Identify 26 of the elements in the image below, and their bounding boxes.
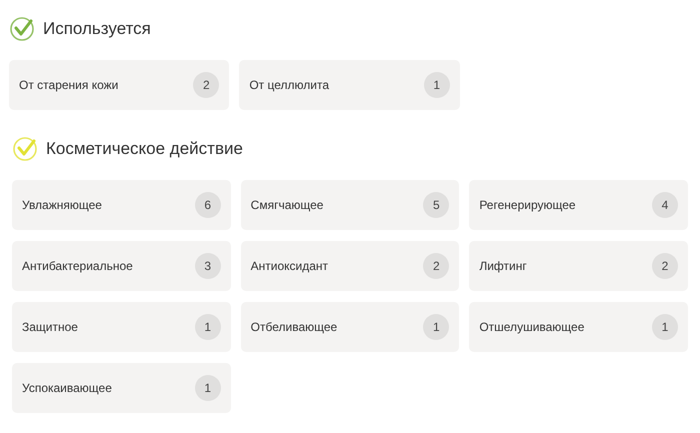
count-badge: 2 bbox=[193, 72, 220, 98]
count-badge: 3 bbox=[194, 253, 221, 279]
count-badge: 2 bbox=[423, 253, 450, 279]
filter-card[interactable]: Отбеливающее 1 bbox=[240, 302, 460, 352]
filter-card[interactable]: Успокаивающее 1 bbox=[12, 363, 231, 413]
section-title: Косметическое действие bbox=[46, 138, 243, 160]
count-badge: 2 bbox=[652, 253, 678, 279]
count-badge: 6 bbox=[194, 192, 221, 218]
count-badge: 4 bbox=[652, 192, 678, 218]
count-badge: 5 bbox=[423, 192, 450, 218]
filter-card[interactable]: Защитное 1 bbox=[12, 302, 231, 352]
count-badge: 1 bbox=[194, 375, 221, 401]
count-badge: 1 bbox=[423, 314, 450, 340]
filter-card[interactable]: Смягчающее 5 bbox=[240, 180, 460, 230]
filter-card[interactable]: От старения кожи 2 bbox=[9, 60, 230, 110]
filter-card[interactable]: Регенерирующее 4 bbox=[469, 180, 688, 230]
count-badge: 1 bbox=[194, 314, 221, 340]
filter-card[interactable]: Антибактериальное 3 bbox=[12, 241, 231, 291]
filter-card[interactable]: Лифтинг 2 bbox=[469, 241, 688, 291]
filter-card[interactable]: Увлажняющее 6 bbox=[12, 180, 231, 230]
filter-card[interactable]: Отшелушивающее 1 bbox=[469, 302, 688, 352]
count-badge: 1 bbox=[652, 314, 678, 340]
section-title: Используется bbox=[43, 18, 151, 40]
filter-card[interactable]: От целлюлита 1 bbox=[239, 60, 460, 110]
count-badge: 1 bbox=[424, 72, 450, 98]
filter-card[interactable]: Антиоксидант 2 bbox=[240, 241, 460, 291]
